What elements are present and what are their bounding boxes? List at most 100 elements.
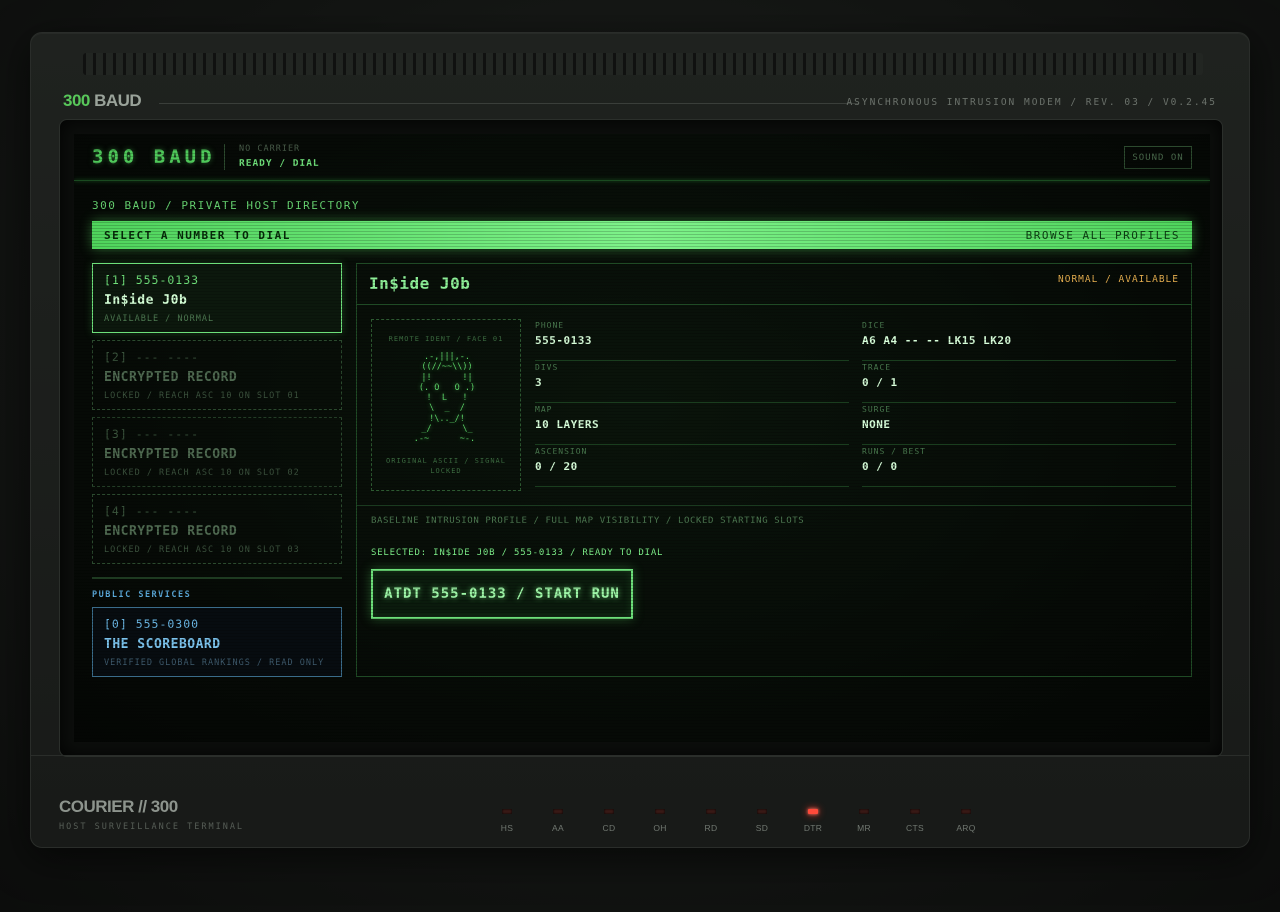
scoreboard-name: THE SCOREBOARD [104,637,221,652]
host-name: ENCRYPTED RECORD [104,370,238,385]
status-separator: / [1098,274,1119,285]
field-dice: DICE A6 A4 -- -- LK15 LK20 [862,319,1176,361]
host-number: [2] --- ---- [104,350,200,364]
scoreboard-number: [0] 555-0300 [104,617,200,631]
ascii-face-portrait: .-,|||,-. ((//~~\\)) |! !| (. O O .) ! L… [413,352,476,445]
detail-rule-lower [357,505,1191,506]
crt-screen: 300 BAUD NO CARRIER READY / DIAL SOUND O… [74,134,1210,742]
host-slot-2[interactable]: [2] --- ---- ENCRYPTED RECORD LOCKED / R… [92,340,342,410]
host-slot-4[interactable]: [4] --- ---- ENCRYPTED RECORD LOCKED / R… [92,494,342,564]
led-indicator [706,809,716,814]
field-key: DIVS [535,363,559,372]
host-number: [3] --- ---- [104,427,200,441]
led-label: HS [500,823,514,833]
field-value: 555-0133 [535,334,592,347]
led-label: OH [653,823,667,833]
status-availability: AVAILABLE [1118,274,1179,285]
browse-all-profiles-link[interactable]: BROWSE ALL PROFILES [1026,229,1180,242]
led-oh: OH [640,809,680,833]
footer-brand: COURIER // 300 [59,797,178,816]
host-detail-panel: In$ide J0b NORMAL / AVAILABLE REMOTE IDE… [356,263,1192,677]
field-key: ASCENSION [535,447,588,456]
chassis-brand: 300 BAUD [63,91,142,111]
field-runs-best: RUNS / BEST 0 / 0 [862,445,1176,487]
brand-rule [159,103,859,104]
led-indicator [553,809,563,814]
field-key: DICE [862,321,886,330]
footer-subtitle: HOST SURVEILLANCE TERMINAL [59,822,245,832]
host-status: LOCKED / REACH ASC 10 ON SLOT 02 [104,468,300,478]
field-trace: TRACE 0 / 1 [862,361,1176,403]
scoreboard-slot[interactable]: [0] 555-0300 THE SCOREBOARD VERIFIED GLO… [92,607,342,677]
list-divider [92,577,342,579]
field-value: 0 / 20 [535,460,578,473]
field-key: RUNS / BEST [862,447,926,456]
led-label: RD [704,823,718,833]
led-label: AA [552,823,564,833]
led-indicator [859,809,869,814]
led-indicator [961,809,971,814]
led-hs: HS [487,809,527,833]
led-label: CD [602,823,616,833]
led-indicator [910,809,920,814]
host-number: [1] 555-0133 [104,273,200,287]
screen-title: 300 BAUD [92,146,216,168]
public-services-label: PUBLIC SERVICES [92,590,192,600]
field-ascension: ASCENSION 0 / 20 [535,445,849,487]
host-slot-1[interactable]: [1] 555-0133 In$ide J0b AVAILABLE / NORM… [92,263,342,333]
led-indicator [502,809,512,814]
vent-grille [83,53,1203,75]
detail-host-name: In$ide J0b [369,274,471,293]
detail-status: NORMAL / AVAILABLE [1058,274,1179,285]
remote-ident-box: REMOTE IDENT / FACE 01 .-,|||,-. ((//~~\… [371,319,521,491]
header-divider [224,144,225,170]
header-rule [74,180,1210,181]
field-key: SURGE [862,405,892,414]
host-slot-3[interactable]: [3] --- ---- ENCRYPTED RECORD LOCKED / R… [92,417,342,487]
led-label: MR [857,823,871,833]
led-mr: MR [844,809,884,833]
led-indicator [655,809,665,814]
host-name: ENCRYPTED RECORD [104,524,238,539]
led-sd: SD [742,809,782,833]
brand-number: 300 [63,91,90,110]
host-number: [4] --- ---- [104,504,200,518]
led-dtr: DTR [793,809,833,833]
led-arq: ARQ [946,809,986,833]
ident-label: REMOTE IDENT / FACE 01 [388,335,504,343]
selection-status: SELECTED: IN$IDE J0B / 555-0133 / READY … [371,548,664,558]
dial-state: READY / DIAL [239,158,320,169]
host-status: AVAILABLE / NORMAL [104,314,215,324]
host-name: In$ide J0b [104,293,188,308]
led-cts: CTS [895,809,935,833]
scoreboard-status: VERIFIED GLOBAL RANKINGS / READ ONLY [104,658,325,668]
brand-word: BAUD [89,91,142,110]
field-value: 0 / 1 [862,376,898,389]
led-label: DTR [803,823,823,833]
led-label: SD [755,823,769,833]
field-key: TRACE [862,363,892,372]
led-rd: RD [691,809,731,833]
modem-chassis: 300 BAUD ASYNCHRONOUS INTRUSION MODEM / … [30,32,1250,848]
led-aa: AA [538,809,578,833]
field-divs: DIVS 3 [535,361,849,403]
field-value: 3 [535,376,543,389]
field-map: MAP 10 LAYERS [535,403,849,445]
field-value: 0 / 0 [862,460,898,473]
field-surge: SURGE NONE [862,403,1176,445]
select-prompt: SELECT A NUMBER TO DIAL [104,228,291,242]
led-indicator [757,809,767,814]
field-key: PHONE [535,321,565,330]
host-status: LOCKED / REACH ASC 10 ON SLOT 03 [104,545,300,555]
sound-toggle-button[interactable]: SOUND ON [1124,146,1192,169]
led-cd: CD [589,809,629,833]
field-value: 10 LAYERS [535,418,600,431]
ident-footer: ORIGINAL ASCII / SIGNAL LOCKED [386,457,506,475]
led-indicator [808,809,818,814]
dial-start-run-button[interactable]: ATDT 555-0133 / START RUN [371,569,633,619]
chassis-seam [31,755,1249,756]
led-label: ARQ [956,823,976,833]
host-status: LOCKED / REACH ASC 10 ON SLOT 01 [104,391,300,401]
field-phone: PHONE 555-0133 [535,319,849,361]
select-bar: SELECT A NUMBER TO DIAL BROWSE ALL PROFI… [92,221,1192,249]
